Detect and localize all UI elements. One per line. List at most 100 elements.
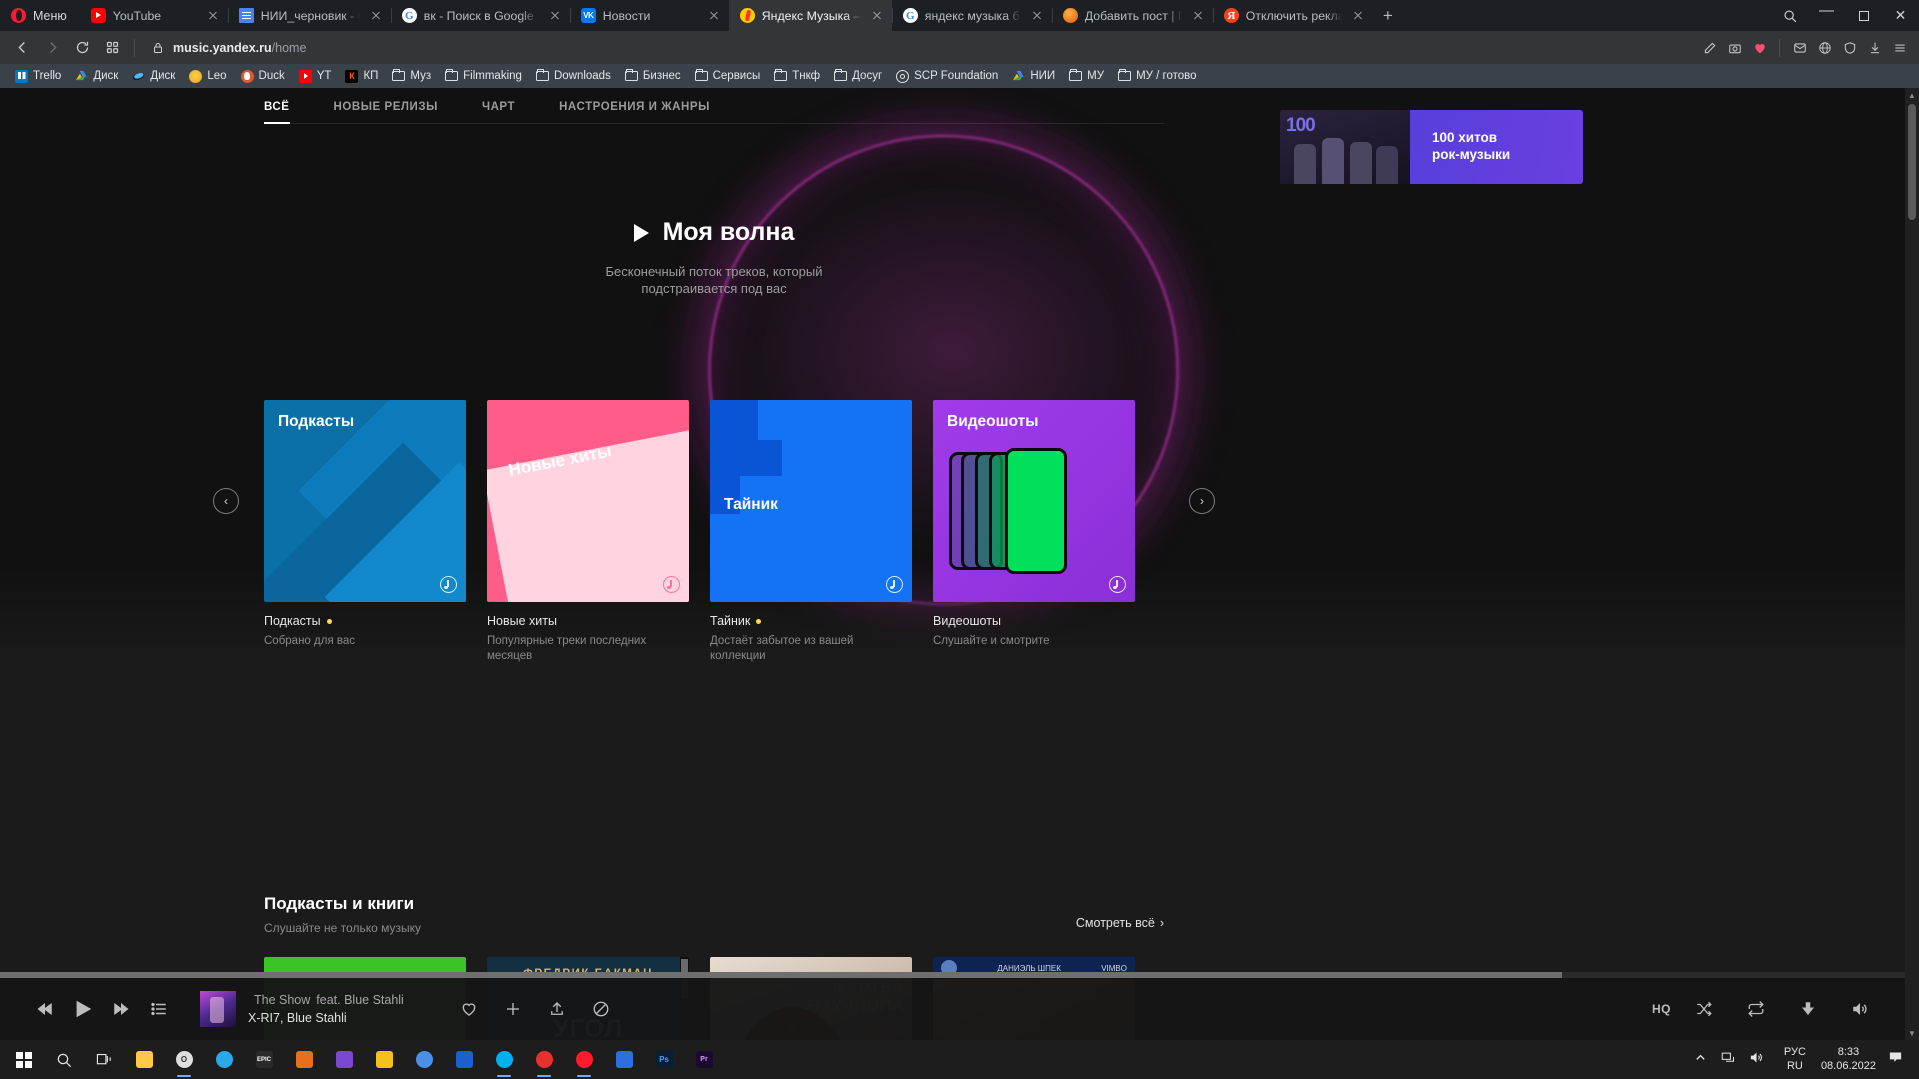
app-circle-button[interactable] [404,1040,444,1079]
opera-gx-button[interactable] [524,1040,564,1079]
vpn-icon[interactable] [1812,35,1837,61]
app-purple-button[interactable] [324,1040,364,1079]
close-icon[interactable] [1349,7,1367,25]
playlist-card-podcasts[interactable]: Подкасты Подкасты Собрано для вас [264,400,466,663]
app-blue-button[interactable] [444,1040,484,1079]
video-app-button[interactable] [604,1040,644,1079]
next-track-icon[interactable] [102,990,140,1028]
bookmark-yt[interactable]: YT [292,66,339,86]
close-icon[interactable] [546,7,564,25]
bookmark-mu-gotovo[interactable]: МУ / готово [1111,66,1203,86]
search-icon[interactable] [1771,0,1808,31]
opera-red-button[interactable] [564,1040,604,1079]
bookmark-duck[interactable]: Duck [234,66,292,86]
network-icon[interactable] [1721,1050,1736,1070]
close-icon[interactable] [1189,7,1207,25]
close-icon[interactable] [868,7,886,25]
opera-menu-button[interactable]: Меню [0,0,80,31]
browser-tab-yandex-ads[interactable]: Я Отключить рекламу - Янд [1212,0,1373,31]
bookmark-dosug[interactable]: Досуг [827,66,889,86]
close-icon[interactable] [1028,7,1046,25]
volume-icon[interactable] [1841,990,1879,1028]
bookmark-mu[interactable]: МУ [1062,66,1111,86]
see-all-link[interactable]: Смотреть всё › [1076,894,1164,930]
share-icon[interactable] [538,990,576,1028]
playlist-card-new-hits[interactable]: Новые хиты Новые хиты Популярные треки п… [487,400,689,663]
back-icon[interactable] [7,34,37,62]
play-pause-icon[interactable] [64,990,102,1028]
show-hidden-icons[interactable] [1693,1050,1708,1070]
close-icon[interactable] [367,7,385,25]
bookmark-tnkf[interactable]: Тнкф [767,66,827,86]
bookmark-filmmaking[interactable]: Filmmaking [438,66,529,86]
download-icon[interactable] [1789,990,1827,1028]
playlist-card-videoshots[interactable]: Видеошоты Видеошоты Слушайте и смотрите [933,400,1135,663]
close-icon[interactable] [204,7,222,25]
close-window-button[interactable]: ✕ [1882,0,1919,31]
repeat-icon[interactable] [1737,990,1775,1028]
telegram-button[interactable] [204,1040,244,1079]
promo-banner[interactable]: 100 100 хитов рок-музыки [1280,110,1583,184]
progress-bar[interactable] [0,972,1905,978]
queue-icon[interactable] [140,990,178,1028]
bookmark-servisy[interactable]: Сервисы [688,66,768,86]
bookmark-downloads[interactable]: Downloads [529,66,618,86]
task-view-button[interactable] [84,1040,124,1079]
tab-nastroeniya-i-zhanry[interactable]: НАСТРОЕНИЯ И ЖАНРЫ [559,101,710,123]
opera-browser-button[interactable]: O [164,1040,204,1079]
bookmark-google-drive[interactable]: Диск [68,66,125,86]
bookmark-trello[interactable]: Trello [8,66,68,86]
track-cover[interactable] [200,991,236,1027]
shield-icon[interactable] [1837,35,1862,61]
file-explorer-button[interactable] [124,1040,164,1079]
bookmark-leo[interactable]: Leo [182,66,233,86]
download-icon[interactable] [1862,35,1887,61]
dislike-icon[interactable] [582,990,620,1028]
my-wave-hero[interactable]: Моя волна Бесконечный поток треков, кото… [264,218,1164,298]
browser-tab-yandex-music[interactable]: Яндекс Музыка — собира [728,0,892,31]
carousel-next-button[interactable]: › [1189,488,1215,514]
clock[interactable]: 8:33 08.06.2022 [1815,1046,1882,1074]
playlist-card-tainik[interactable]: Тайник Тайник Достаёт забытое из вашей к… [710,400,912,663]
previous-track-icon[interactable] [26,990,64,1028]
play-icon[interactable] [633,223,649,242]
tab-chart[interactable]: ЧАРТ [482,101,515,123]
bookmark-kinopoisk[interactable]: К КП [338,66,385,86]
browser-tab-banner-search[interactable]: G яндекс музыка баннер рек [891,0,1052,31]
epic-games-button[interactable]: EPIC [244,1040,284,1079]
browser-tab-youtube[interactable]: YouTube [80,0,228,31]
tab-novye-relizy[interactable]: НОВЫЕ РЕЛИЗЫ [334,101,438,123]
page-scrollbar[interactable]: ▲ ▼ [1905,88,1919,1040]
bookmark-muz[interactable]: Муз [385,66,438,86]
app-yellow-button[interactable] [364,1040,404,1079]
speed-dial-icon[interactable] [97,34,127,62]
reload-icon[interactable] [67,34,97,62]
scroll-up-icon[interactable]: ▲ [1905,88,1919,102]
forward-icon[interactable] [37,34,67,62]
mail-icon[interactable] [1787,35,1812,61]
premiere-button[interactable]: Pr [684,1040,724,1079]
main-menu-icon[interactable] [1887,35,1912,61]
bookmark-nii[interactable]: НИИ [1005,66,1062,86]
volume-icon[interactable] [1749,1050,1764,1070]
scroll-down-icon[interactable]: ▼ [1905,1026,1919,1040]
bookmark-biznes[interactable]: Бизнес [618,66,688,86]
app-orange-button[interactable] [284,1040,324,1079]
scrollbar-thumb[interactable] [1908,104,1916,220]
carousel-prev-button[interactable]: ‹ [213,488,239,514]
hq-toggle[interactable]: HQ [1652,1002,1671,1016]
bookmark-scp[interactable]: SCP Foundation [889,66,1005,86]
like-heart-icon[interactable] [450,990,488,1028]
tab-vse[interactable]: ВСЁ [264,101,290,124]
url-input[interactable]: music.yandex.ru/home [142,34,1697,62]
browser-tab-pikabu[interactable]: Добавить пост | Пикабу [1051,0,1213,31]
minimize-button[interactable]: — [1808,0,1845,31]
browser-tab-docs[interactable]: НИИ_черновик - Google Д [227,0,391,31]
search-button[interactable] [44,1040,84,1079]
edit-icon[interactable] [1697,35,1722,61]
heart-icon[interactable] [1747,35,1772,61]
maximize-button[interactable] [1845,0,1882,31]
language-indicator[interactable]: РУС RU [1775,1046,1815,1074]
add-icon[interactable] [494,990,532,1028]
bookmark-yandex-disk[interactable]: Диск [125,66,182,86]
